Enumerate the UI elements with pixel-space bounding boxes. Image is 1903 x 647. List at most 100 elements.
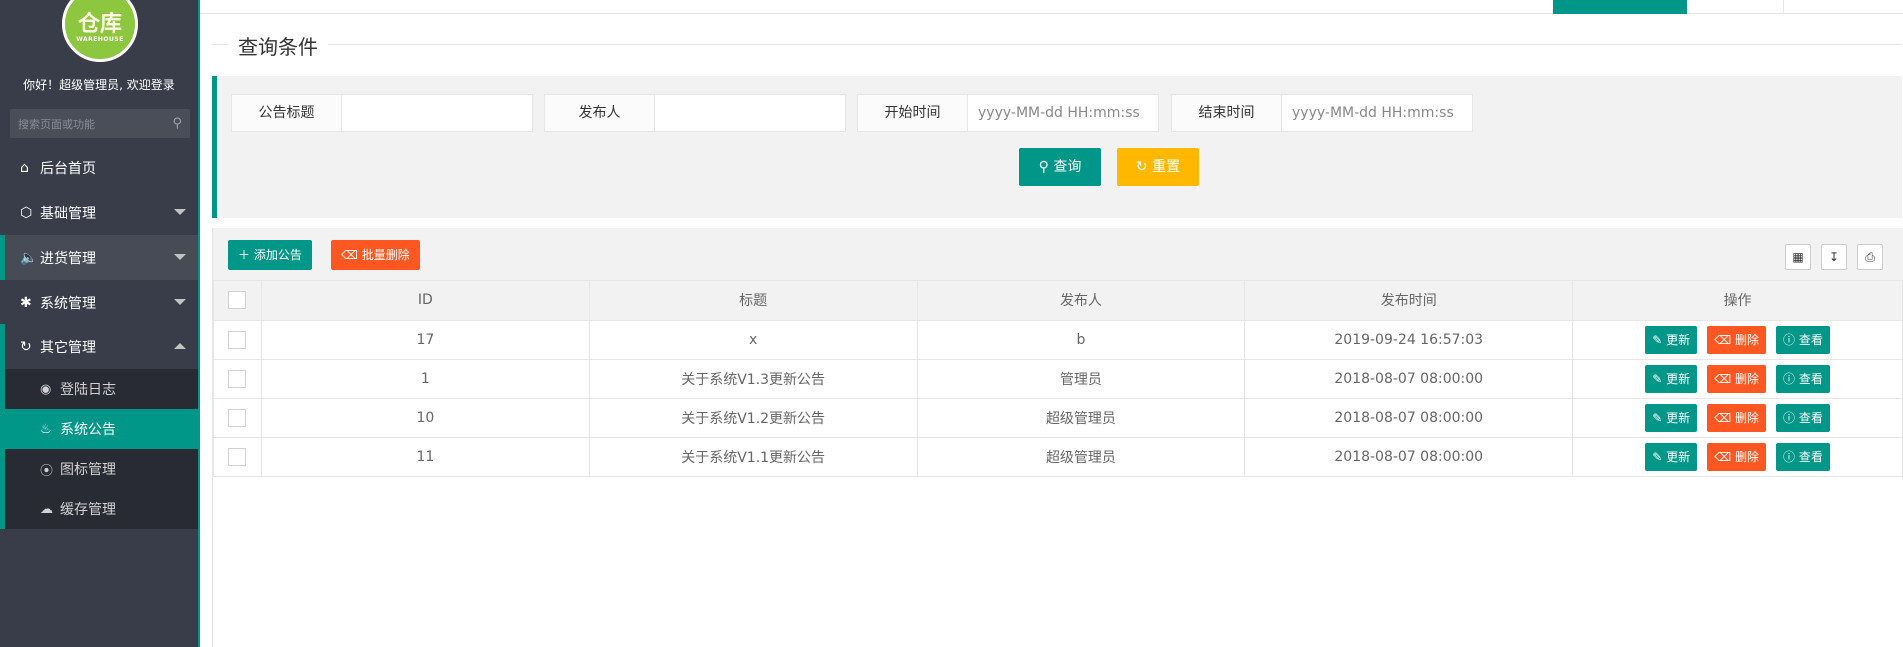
update-label: 更新: [1666, 410, 1691, 425]
chevron-down-icon: [174, 209, 186, 215]
sidebar-subitem-label: 系统公告: [60, 422, 116, 438]
info-icon: ⓘ: [1783, 410, 1796, 425]
speaker-icon: 🔈: [20, 249, 38, 266]
info-icon: ⓘ: [1783, 332, 1796, 347]
view-button[interactable]: ⓘ 查看: [1776, 442, 1830, 471]
publisher-field-label: 发布人: [545, 95, 655, 131]
cell-actions: ✎ 更新 ⌫ 删除 ⓘ 查看: [1572, 397, 1903, 438]
chevron-up-icon: [174, 343, 186, 349]
title-field: 公告标题: [231, 94, 533, 132]
sidebar-item-label: 后台首页: [40, 160, 96, 177]
sidebar-subitem-notice[interactable]: ♨ 系统公告: [0, 409, 198, 449]
end-time-label: 结束时间: [1172, 95, 1282, 131]
delete-button[interactable]: ⌫ 删除: [1707, 403, 1766, 432]
plus-icon: ＋: [238, 248, 251, 262]
row-select-cell: [213, 436, 262, 477]
view-button[interactable]: ⓘ 查看: [1776, 403, 1830, 432]
gear-icon: ✱: [20, 294, 32, 311]
update-button[interactable]: ✎ 更新: [1645, 364, 1698, 393]
update-button[interactable]: ✎ 更新: [1645, 403, 1698, 432]
row-checkbox[interactable]: [228, 408, 247, 427]
row-select-cell: [213, 397, 262, 438]
view-button[interactable]: ⓘ 查看: [1776, 325, 1830, 354]
select-all-checkbox[interactable]: [228, 291, 247, 310]
reset-button[interactable]: ↻ 重置: [1117, 148, 1199, 186]
compass-icon: ⦿: [40, 463, 54, 479]
delete-button[interactable]: ⌫ 删除: [1707, 442, 1766, 471]
delete-button[interactable]: ⌫ 删除: [1707, 364, 1766, 393]
sidebar-item-purchase[interactable]: 🔈 进货管理: [0, 235, 198, 280]
batch-delete-label: 批量删除: [361, 248, 410, 262]
info-icon: ⓘ: [1783, 371, 1796, 386]
title-input[interactable]: [342, 95, 532, 131]
sidebar: 仓库 WAREHOUSE 你好！超级管理员, 欢迎登录 搜索页面或功能 ⚲ ⌂ …: [0, 0, 200, 647]
cell-time: 2018-08-07 08:00:00: [1244, 358, 1574, 399]
tab-active[interactable]: [1553, 0, 1687, 14]
query-form: 公告标题 发布人 开始时间 yyyy-MM-dd HH:mm:ss 结束时间 y…: [212, 76, 1902, 218]
edit-icon: ✎: [1652, 410, 1663, 425]
home-icon: ⌂: [20, 159, 29, 176]
cell-title: 关于系统V1.2更新公告: [588, 397, 918, 438]
export-icon[interactable]: ↧: [1821, 244, 1847, 270]
columns-icon[interactable]: ▦: [1785, 244, 1811, 270]
print-icon[interactable]: ⎙: [1857, 244, 1883, 270]
cell-actions: ✎ 更新 ⌫ 删除 ⓘ 查看: [1572, 436, 1903, 477]
cell-time: 2019-09-24 16:57:03: [1244, 319, 1574, 360]
add-notice-label: 添加公告: [253, 248, 302, 262]
column-header-id: ID: [260, 281, 590, 321]
row-checkbox[interactable]: [228, 447, 247, 466]
search-placeholder: 搜索页面或功能: [18, 117, 95, 131]
end-time-input[interactable]: yyyy-MM-dd HH:mm:ss: [1282, 95, 1472, 131]
refresh-icon: ↻: [1135, 159, 1148, 175]
cell-title: 关于系统V1.1更新公告: [588, 436, 918, 477]
sidebar-subitem-login-log[interactable]: ◉ 登陆日志: [0, 369, 198, 409]
cell-publisher: b: [916, 319, 1246, 360]
sidebar-search-input[interactable]: 搜索页面或功能 ⚲: [10, 109, 190, 138]
sidebar-subitem-icons[interactable]: ⦿ 图标管理: [0, 449, 198, 489]
edit-icon: ✎: [1652, 371, 1663, 386]
sidebar-item-other[interactable]: ↻ 其它管理: [0, 324, 198, 369]
start-time-field: 开始时间 yyyy-MM-dd HH:mm:ss: [857, 94, 1159, 132]
info-icon: ⓘ: [1783, 449, 1796, 464]
sidebar-item-home[interactable]: ⌂ 后台首页: [0, 145, 198, 190]
view-label: 查看: [1798, 332, 1823, 347]
column-header-publisher: 发布人: [916, 281, 1246, 321]
sidebar-item-label: 基础管理: [40, 205, 96, 222]
cell-id: 1: [260, 358, 590, 399]
search-button-label: 查询: [1053, 159, 1082, 175]
select-all-header: [213, 281, 262, 321]
cell-id: 10: [260, 397, 590, 438]
logo: 仓库 WAREHOUSE: [62, 0, 138, 62]
row-checkbox[interactable]: [228, 369, 247, 388]
sidebar-subitem-label: 登陆日志: [60, 382, 116, 398]
view-button[interactable]: ⓘ 查看: [1776, 364, 1830, 393]
add-notice-button[interactable]: ＋ 添加公告: [228, 240, 312, 270]
refresh-icon: ↻: [20, 338, 32, 355]
column-header-actions: 操作: [1572, 281, 1903, 321]
update-button[interactable]: ✎ 更新: [1645, 325, 1698, 354]
cell-title: x: [588, 319, 918, 360]
publisher-field: 发布人: [544, 94, 846, 132]
main-content: 查询条件 公告标题 发布人 开始时间 yyyy-MM-dd HH:mm:ss 结…: [200, 0, 1903, 647]
sidebar-item-system[interactable]: ✱ 系统管理: [0, 280, 198, 325]
delete-label: 删除: [1734, 332, 1759, 347]
search-icon[interactable]: ⚲: [172, 116, 182, 131]
search-button[interactable]: ⚲ 查询: [1019, 148, 1101, 186]
batch-delete-button[interactable]: ⌫ 批量删除: [331, 240, 420, 270]
row-checkbox[interactable]: [228, 330, 247, 349]
delete-button[interactable]: ⌫ 删除: [1707, 325, 1766, 354]
view-label: 查看: [1798, 410, 1823, 425]
delete-label: 删除: [1734, 449, 1759, 464]
sidebar-subitem-cache[interactable]: ☁ 缓存管理: [0, 489, 198, 529]
delete-label: 删除: [1734, 371, 1759, 386]
start-time-input[interactable]: yyyy-MM-dd HH:mm:ss: [968, 95, 1158, 131]
update-button[interactable]: ✎ 更新: [1645, 442, 1698, 471]
end-time-field: 结束时间 yyyy-MM-dd HH:mm:ss: [1171, 94, 1473, 132]
cell-id: 11: [260, 436, 590, 477]
sidebar-subitem-label: 缓存管理: [60, 502, 116, 518]
publisher-input[interactable]: [655, 95, 845, 131]
sidebar-item-basic[interactable]: ⬡ 基础管理: [0, 190, 198, 235]
sidebar-item-label: 进货管理: [40, 250, 96, 267]
cube-icon: ⬡: [20, 204, 33, 221]
logo-glyph: 仓库: [77, 11, 122, 37]
